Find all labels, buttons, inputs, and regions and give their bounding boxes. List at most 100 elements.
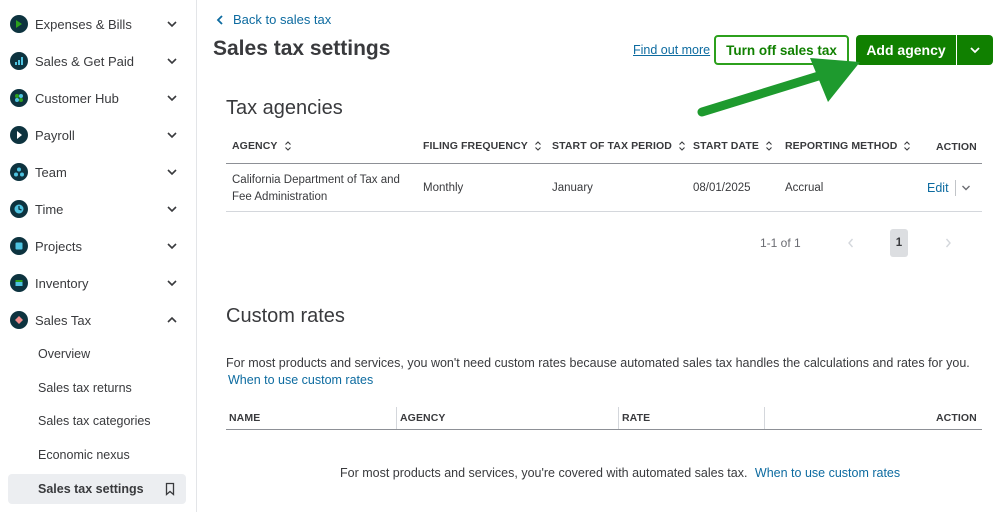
sub-item-label: Overview — [38, 347, 91, 361]
table-cell-start-date: 08/01/2025 — [693, 182, 751, 194]
nav-label: Expenses & Bills — [35, 16, 132, 32]
sub-item-sales-tax-categories[interactable]: Sales tax categories — [8, 406, 186, 436]
bookmark-icon[interactable] — [164, 482, 176, 496]
nav-label: Team — [35, 164, 67, 180]
back-to-sales-tax-link[interactable]: Back to sales tax — [215, 12, 331, 27]
column-divider — [764, 407, 765, 429]
when-to-use-custom-rates-link[interactable]: When to use custom rates — [228, 373, 373, 387]
sub-item-overview[interactable]: Overview — [8, 339, 186, 369]
column-header-agency[interactable]: AGENCY — [232, 140, 292, 152]
sub-item-sales-tax-returns[interactable]: Sales tax returns — [8, 373, 186, 403]
column-header-label: REPORTING METHOD — [785, 140, 898, 152]
sort-icon — [904, 141, 911, 151]
description-text: For most products and services, you won'… — [226, 356, 970, 370]
chevron-down-icon — [167, 243, 177, 250]
sub-item-economic-nexus[interactable]: Economic nexus — [8, 440, 186, 470]
chevron-down-icon — [167, 21, 177, 28]
nav-label: Sales Tax — [35, 312, 92, 328]
projects-icon — [10, 237, 28, 255]
nav-label: Sales & Get Paid — [35, 53, 134, 69]
nav-label: Payroll — [35, 127, 75, 143]
column-header-name[interactable]: NAME — [229, 412, 260, 424]
back-link-label: Back to sales tax — [233, 12, 332, 27]
column-header-start-of-tax-period[interactable]: START OF TAX PERIOD — [552, 140, 686, 152]
agency-name-line1: California Department of Tax and — [232, 174, 400, 186]
column-divider — [396, 407, 397, 429]
turn-off-sales-tax-button[interactable]: Turn off sales tax — [714, 35, 849, 65]
sub-item-label: Sales tax returns — [38, 381, 132, 395]
time-icon — [10, 200, 28, 218]
table-row-divider — [226, 211, 982, 212]
chevron-left-icon[interactable] — [846, 237, 856, 249]
find-out-more-link[interactable]: Find out more — [633, 43, 710, 57]
nav-label: Customer Hub — [35, 90, 119, 106]
table-cell-start-of-tax-period: January — [552, 182, 593, 194]
sort-icon — [679, 141, 685, 151]
custom-rates-description: For most products and services, you won'… — [226, 356, 970, 387]
payroll-icon — [10, 126, 28, 144]
table-cell-filing-frequency: Monthly — [423, 182, 464, 194]
chevron-down-icon — [167, 95, 177, 102]
tax-agencies-title: Tax agencies — [226, 97, 343, 119]
column-header-agency[interactable]: AGENCY — [400, 412, 446, 424]
add-agency-dropdown-button[interactable] — [957, 35, 993, 65]
nav-item-time[interactable]: Time — [0, 194, 197, 224]
chevron-down-icon — [167, 58, 177, 65]
pagination-range: 1-1 of 1 — [760, 236, 801, 250]
nav-label: Inventory — [35, 275, 89, 291]
nav-item-sales-get-paid[interactable]: Sales & Get Paid — [0, 46, 197, 76]
table-cell-reporting-method: Accrual — [785, 182, 824, 194]
sort-icon — [534, 141, 541, 151]
column-header-action: ACTION — [936, 412, 977, 424]
pagination-page-button[interactable]: 1 — [890, 229, 908, 257]
column-header-action: ACTION — [936, 141, 977, 153]
sales-tax-icon — [10, 311, 28, 329]
column-header-rate[interactable]: RATE — [622, 412, 650, 424]
left-navigation: Expenses & Bills Sales & Get Paid Custom… — [0, 0, 197, 512]
column-header-label: FILING FREQUENCY — [423, 140, 528, 152]
nav-item-payroll[interactable]: Payroll — [0, 120, 197, 150]
action-divider — [955, 180, 956, 196]
custom-rates-title: Custom rates — [226, 305, 345, 327]
column-header-label: START OF TAX PERIOD — [552, 140, 672, 152]
nav-item-customer-hub[interactable]: Customer Hub — [0, 83, 197, 113]
expenses-icon — [10, 15, 28, 33]
team-icon — [10, 163, 28, 181]
sort-icon — [284, 141, 291, 151]
sort-icon — [766, 141, 772, 151]
nav-item-projects[interactable]: Projects — [0, 231, 197, 261]
inventory-icon — [10, 274, 28, 292]
chevron-down-icon — [970, 47, 980, 54]
column-header-label: AGENCY — [232, 140, 278, 152]
add-agency-button[interactable]: Add agency — [856, 35, 956, 65]
chevron-left-icon — [216, 14, 223, 25]
sales-icon — [10, 52, 28, 70]
agency-name-line2: Fee Administration — [232, 191, 328, 203]
edit-agency-link[interactable]: Edit — [927, 181, 949, 195]
column-header-start-date[interactable]: START DATE — [693, 140, 773, 152]
sub-item-label: Sales tax categories — [38, 414, 151, 428]
customer-hub-icon — [10, 89, 28, 107]
when-to-use-custom-rates-link[interactable]: When to use custom rates — [755, 466, 900, 480]
chevron-right-icon[interactable] — [943, 237, 953, 249]
column-header-reporting-method[interactable]: REPORTING METHOD — [785, 140, 911, 152]
empty-message-text: For most products and services, you're c… — [340, 466, 748, 480]
sub-item-label: Sales tax settings — [38, 482, 144, 496]
nav-item-team[interactable]: Team — [0, 157, 197, 187]
custom-rates-empty-message: For most products and services, you're c… — [340, 466, 900, 480]
nav-label: Projects — [35, 238, 82, 254]
chevron-down-icon — [167, 206, 177, 213]
nav-item-expenses-bills[interactable]: Expenses & Bills — [0, 9, 197, 39]
nav-item-sales-tax[interactable]: Sales Tax — [0, 305, 197, 335]
table-header-divider — [226, 429, 982, 430]
chevron-down-icon — [167, 132, 177, 139]
column-divider — [618, 407, 619, 429]
column-header-filing-frequency[interactable]: FILING FREQUENCY — [423, 140, 542, 152]
table-cell-agency: California Department of Tax and Fee Adm… — [232, 172, 400, 206]
chevron-down-icon[interactable] — [961, 183, 971, 193]
sub-item-sales-tax-settings[interactable]: Sales tax settings — [8, 474, 186, 504]
column-header-label: START DATE — [693, 140, 759, 152]
nav-item-inventory[interactable]: Inventory — [0, 268, 197, 298]
page-title: Sales tax settings — [213, 37, 391, 60]
chevron-down-icon — [167, 169, 177, 176]
